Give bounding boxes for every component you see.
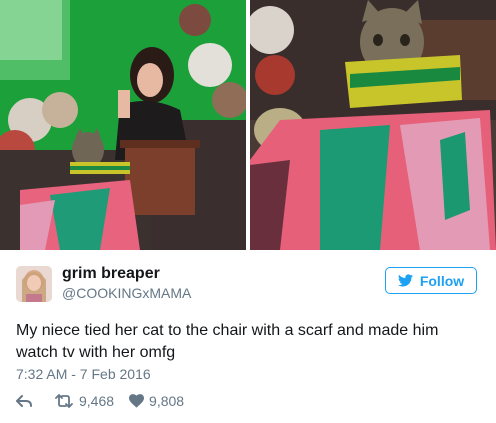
tweet-text: My niece tied her cat to the chair with … xyxy=(16,322,439,361)
retweet-count: 9,468 xyxy=(79,393,115,409)
retweet-icon xyxy=(55,394,73,408)
reply-icon xyxy=(16,395,32,407)
follow-label: Follow xyxy=(419,272,465,289)
tweet-card: grim breaper @COOKINGxMAMA Follow My nie… xyxy=(0,250,496,423)
twitter-bird-icon xyxy=(397,274,413,287)
heart-icon xyxy=(129,394,145,408)
like-button[interactable]: 9,808 xyxy=(129,393,184,409)
follow-button[interactable]: Follow xyxy=(385,267,477,294)
user-handle[interactable]: @COOKINGxMAMA xyxy=(62,285,191,301)
girl-with-cat-photo[interactable] xyxy=(0,0,246,250)
tweet-actions: 9,468 9,808 xyxy=(16,392,184,410)
cat-in-scarf-closeup-photo[interactable] xyxy=(250,0,496,250)
retweet-button[interactable]: 9,468 xyxy=(54,393,114,409)
tweet-media xyxy=(0,0,496,250)
display-name[interactable]: grim breaper xyxy=(62,265,160,283)
avatar[interactable] xyxy=(16,266,52,302)
reply-button[interactable] xyxy=(16,394,32,408)
tweet-timestamp[interactable]: 7:32 AM - 7 Feb 2016 xyxy=(16,366,151,382)
like-count: 9,808 xyxy=(149,393,185,409)
